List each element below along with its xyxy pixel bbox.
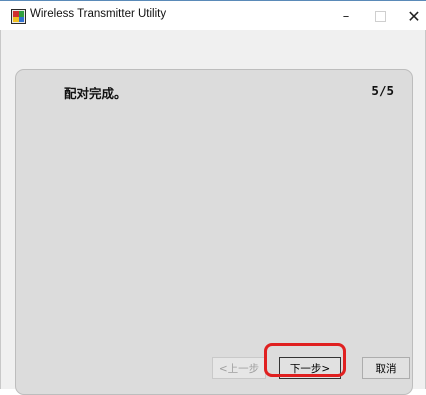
title-bar[interactable]: Wireless Transmitter Utility – ✕ bbox=[0, 1, 426, 30]
app-icon bbox=[11, 9, 26, 24]
client-area: 配对完成。 5/5 <上一步 下一步> 取消 bbox=[0, 30, 426, 395]
cancel-button[interactable]: 取消 bbox=[362, 357, 410, 379]
content-panel: 配对完成。 5/5 <上一步 下一步> 取消 bbox=[15, 69, 413, 395]
previous-button[interactable]: <上一步 bbox=[212, 357, 266, 379]
close-icon: ✕ bbox=[407, 6, 421, 26]
next-button-highlight bbox=[264, 343, 346, 377]
window-title: Wireless Transmitter Utility bbox=[30, 8, 167, 20]
app-window: Wireless Transmitter Utility – ✕ 配对完成。 5… bbox=[0, 0, 426, 395]
maximize-icon bbox=[374, 10, 386, 22]
page-heading: 配对完成。 bbox=[64, 86, 127, 101]
step-indicator: 5/5 bbox=[371, 83, 394, 98]
minimize-icon: – bbox=[342, 8, 350, 24]
close-button[interactable]: ✕ bbox=[394, 2, 426, 30]
